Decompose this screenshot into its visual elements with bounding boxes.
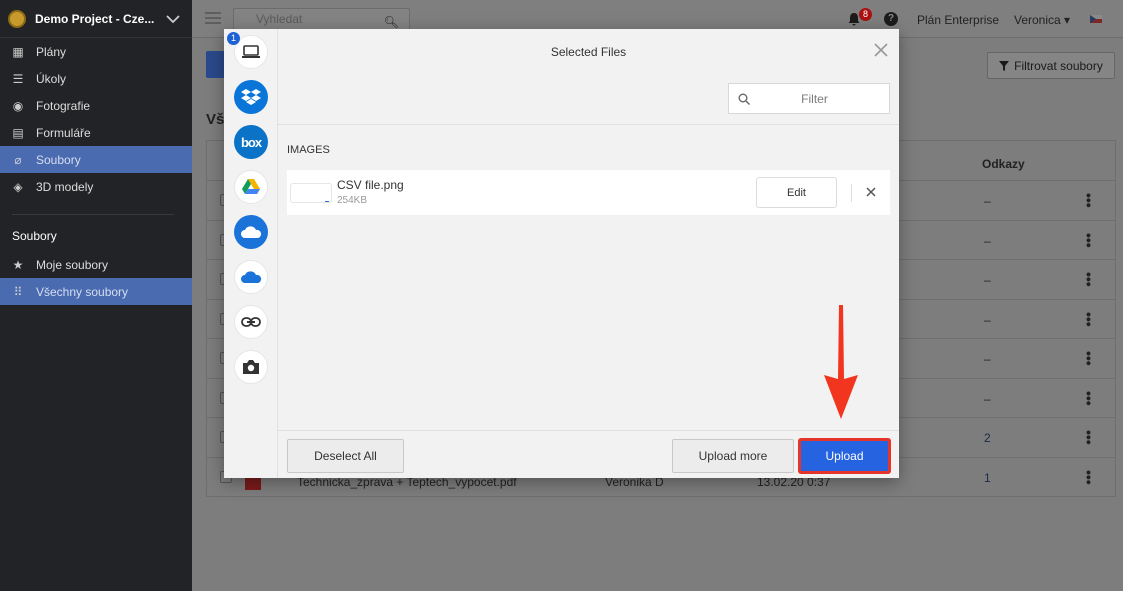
computer-icon bbox=[242, 45, 260, 58]
sidebar-item-label: Fotografie bbox=[36, 98, 91, 113]
source-google-drive[interactable] bbox=[234, 170, 268, 204]
filter-icon bbox=[999, 60, 1010, 71]
selected-file-item: CSV file.png 254KB Edit bbox=[287, 170, 890, 215]
sidebar-item-soubory[interactable]: ⌀ Soubory bbox=[0, 146, 192, 173]
selected-count-badge: 1 bbox=[227, 32, 240, 45]
search-icon bbox=[738, 93, 750, 105]
camera-icon: ◉ bbox=[12, 98, 24, 113]
filter-input[interactable]: Filter bbox=[728, 83, 890, 114]
source-box[interactable]: box bbox=[234, 125, 268, 159]
sidebar-item-3d-modely[interactable]: ◈ 3D modely bbox=[0, 173, 192, 200]
cube-icon: ◈ bbox=[13, 179, 23, 194]
row-links: – bbox=[984, 273, 991, 287]
sidebar-item-plany[interactable]: ▦ Plány bbox=[0, 38, 192, 65]
source-link[interactable] bbox=[234, 305, 268, 339]
sidebar-item-label: Formuláře bbox=[36, 125, 91, 140]
sidebar-item-moje-soubory[interactable]: ★ Moje soubory bbox=[0, 251, 192, 278]
more-options-icon[interactable]: ••• bbox=[1081, 272, 1097, 287]
link-icon bbox=[241, 317, 261, 327]
remove-file-icon[interactable] bbox=[864, 185, 878, 199]
language-flag-icon[interactable] bbox=[1090, 15, 1102, 23]
search-placeholder: Vyhledat bbox=[256, 12, 303, 26]
selected-files-list: IMAGES CSV file.png 254KB Edit bbox=[278, 125, 899, 430]
sidebar-divider bbox=[12, 214, 174, 215]
filter-placeholder: Filter bbox=[801, 91, 828, 106]
sidebar-item-label: Plány bbox=[36, 44, 67, 59]
search-input[interactable]: Vyhledat 🔍︎ bbox=[233, 8, 410, 30]
onedrive-icon bbox=[241, 226, 262, 238]
sidebar-item-label: 3D modely bbox=[36, 179, 94, 194]
sidebar-item-vsechny-soubory[interactable]: ⠿ Všechny soubory bbox=[0, 278, 192, 305]
row-links: – bbox=[984, 312, 991, 327]
sidebar-item-ukoly[interactable]: ☰ Úkoly bbox=[0, 65, 192, 92]
filter-files-button[interactable]: Filtrovat soubory bbox=[987, 52, 1115, 79]
more-options-icon[interactable]: ••• bbox=[1081, 391, 1097, 406]
source-dropbox[interactable] bbox=[234, 80, 268, 114]
camera-icon bbox=[243, 360, 259, 374]
help-icon[interactable]: ? bbox=[884, 12, 898, 26]
paperclip-icon: ⌀ bbox=[14, 152, 22, 167]
more-options-icon[interactable]: ••• bbox=[1081, 430, 1097, 445]
clipboard-icon: ▤ bbox=[12, 125, 24, 140]
grid-icon: ⠿ bbox=[13, 284, 23, 299]
onedrive-business-icon bbox=[241, 271, 262, 283]
project-logo bbox=[8, 9, 26, 28]
deselect-all-button[interactable]: Deselect All bbox=[287, 439, 404, 473]
dropbox-icon bbox=[241, 89, 261, 105]
user-menu[interactable]: Veronica ▾ bbox=[1014, 13, 1070, 27]
sidebar: Demo Project - Cze... ▦ Plány ☰ Úkoly ◉ Fot… bbox=[0, 0, 192, 591]
annotation-arrow-icon bbox=[824, 305, 858, 419]
sidebar-item-label: Úkoly bbox=[36, 71, 67, 86]
more-options-icon[interactable]: ••• bbox=[1081, 470, 1097, 485]
column-links-header: Odkazy bbox=[982, 157, 1025, 171]
modal-title: Selected Files bbox=[550, 45, 627, 59]
source-camera[interactable] bbox=[234, 350, 268, 384]
file-picker-modal: 1 box Selected Files Filter IMAGES CSV f… bbox=[224, 29, 899, 478]
source-onedrive[interactable] bbox=[234, 215, 268, 249]
project-name: Demo Project - Cze... bbox=[35, 11, 155, 26]
modal-footer: Deselect All Upload more Upload bbox=[278, 430, 899, 478]
sidebar-item-label: Moje soubory bbox=[36, 257, 109, 272]
sidebar-item-label: Všechny soubory bbox=[36, 284, 129, 299]
divider bbox=[851, 184, 852, 202]
source-onedrive-business[interactable] bbox=[234, 260, 268, 294]
more-options-icon[interactable]: ••• bbox=[1081, 312, 1097, 327]
row-links[interactable]: 2 bbox=[984, 431, 991, 445]
row-links: – bbox=[984, 233, 991, 248]
plans-icon: ▦ bbox=[12, 44, 24, 59]
more-options-icon[interactable]: ••• bbox=[1081, 351, 1097, 366]
star-icon: ★ bbox=[12, 257, 24, 272]
file-thumbnail bbox=[290, 183, 332, 203]
menu-icon[interactable] bbox=[205, 12, 221, 24]
filter-files-label: Filtrovat soubory bbox=[1014, 58, 1103, 73]
file-size: 254KB bbox=[337, 195, 368, 206]
sidebar-section-title: Soubory bbox=[12, 229, 57, 243]
file-name: CSV file.png bbox=[337, 178, 404, 192]
sidebar-item-label: Soubory bbox=[36, 152, 81, 167]
more-options-icon[interactable]: ••• bbox=[1081, 193, 1097, 208]
plan-label[interactable]: Plán Enterprise bbox=[917, 13, 999, 27]
notification-badge: 8 bbox=[859, 8, 872, 21]
project-switcher[interactable]: Demo Project - Cze... bbox=[0, 0, 192, 38]
modal-header: Selected Files Filter bbox=[278, 29, 899, 125]
sidebar-item-formulare[interactable]: ▤ Formuláře bbox=[0, 119, 192, 146]
row-links: – bbox=[984, 352, 991, 366]
section-heading: Vš bbox=[206, 111, 225, 128]
edit-button[interactable]: Edit bbox=[756, 177, 837, 208]
close-icon[interactable] bbox=[873, 42, 889, 58]
chevron-down-icon[interactable] bbox=[164, 10, 182, 28]
more-options-icon[interactable]: ••• bbox=[1081, 233, 1097, 248]
upload-more-button[interactable]: Upload more bbox=[672, 439, 794, 473]
row-links: – bbox=[984, 391, 991, 406]
box-icon: box bbox=[240, 134, 262, 150]
category-heading: IMAGES bbox=[287, 144, 330, 156]
list-icon: ☰ bbox=[12, 71, 24, 86]
source-rail: 1 box bbox=[224, 29, 278, 478]
new-button[interactable] bbox=[206, 51, 226, 78]
upload-button[interactable]: Upload bbox=[798, 438, 891, 474]
row-links: – bbox=[984, 194, 991, 208]
google-drive-icon bbox=[242, 179, 260, 194]
row-links[interactable]: 1 bbox=[984, 471, 991, 485]
sidebar-item-fotografie[interactable]: ◉ Fotografie bbox=[0, 92, 192, 119]
